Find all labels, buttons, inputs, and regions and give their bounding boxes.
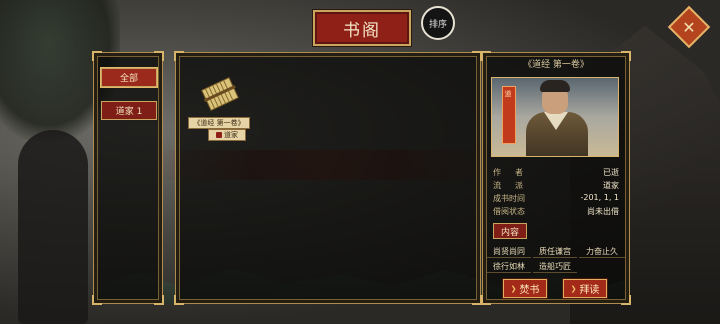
info-key: 流 派 xyxy=(493,181,526,190)
book-school-label: 道家 xyxy=(208,129,246,141)
banner-text: 道 xyxy=(504,90,512,98)
page-title: 书阁 xyxy=(313,10,411,46)
skill-tag[interactable]: 徐行如林 xyxy=(487,260,531,273)
info-row-author: 作 者 已逝 xyxy=(493,167,619,179)
info-row-date: 成书时间 -201, 1, 1 xyxy=(493,193,619,205)
portrait-hair xyxy=(540,80,570,92)
burn-book-label: 焚书 xyxy=(519,285,540,296)
info-value: -201, 1, 1 xyxy=(580,193,619,202)
info-row-school: 流 派 道家 xyxy=(493,180,619,192)
filter-all-button[interactable]: 全部 xyxy=(101,68,157,87)
skill-tag[interactable]: 力奋止久 xyxy=(579,245,625,258)
filter-panel: 全部 道家 1 xyxy=(92,51,164,305)
read-book-button[interactable]: ❯ 拜读 xyxy=(563,279,607,298)
info-key: 成书时间 xyxy=(493,194,525,203)
info-key: 作 者 xyxy=(493,168,526,177)
detail-book-name: 《道经 第一卷》 xyxy=(523,60,589,70)
chevron-right-icon: ❯ xyxy=(510,284,517,293)
book-grid-panel: 《道经 第一卷》 道家 xyxy=(174,51,482,305)
school-seal-icon xyxy=(216,132,222,138)
tab-content[interactable]: 内容 xyxy=(493,223,527,239)
info-value: 已逝 xyxy=(603,168,619,177)
skill-tag[interactable]: 质任谦宫 xyxy=(533,245,577,258)
sort-button[interactable]: 排序 xyxy=(421,6,455,40)
info-value: 尚未出借 xyxy=(587,207,619,216)
info-value: 道家 xyxy=(603,181,619,190)
chevron-right-icon: ❯ xyxy=(570,284,577,293)
book-detail-panel: 《道经 第一卷》 道 作 者 已逝 流 派 道家 成书时间 -201, 1, 1… xyxy=(481,51,631,305)
read-book-label: 拜读 xyxy=(579,285,600,296)
burn-book-button[interactable]: ❯ 焚书 xyxy=(503,279,547,298)
close-icon: ✕ xyxy=(682,17,696,37)
book-item[interactable]: 《道经 第一卷》 道家 xyxy=(188,73,254,143)
book-school-text: 道家 xyxy=(224,131,238,139)
background-scholar-silhouette xyxy=(18,130,88,324)
filter-daoist-button[interactable]: 道家 1 xyxy=(101,101,157,120)
author-portrait: 道 xyxy=(491,77,619,157)
book-title-label: 《道经 第一卷》 xyxy=(188,117,250,129)
skill-tag[interactable]: 尚贤尚同 xyxy=(487,245,531,258)
scroll-bundle-icon xyxy=(201,77,239,111)
info-row-status: 借阅状态 尚未出借 xyxy=(493,206,619,218)
info-key: 借阅状态 xyxy=(493,207,525,216)
skill-tag[interactable]: 造船巧匠 xyxy=(533,260,577,273)
